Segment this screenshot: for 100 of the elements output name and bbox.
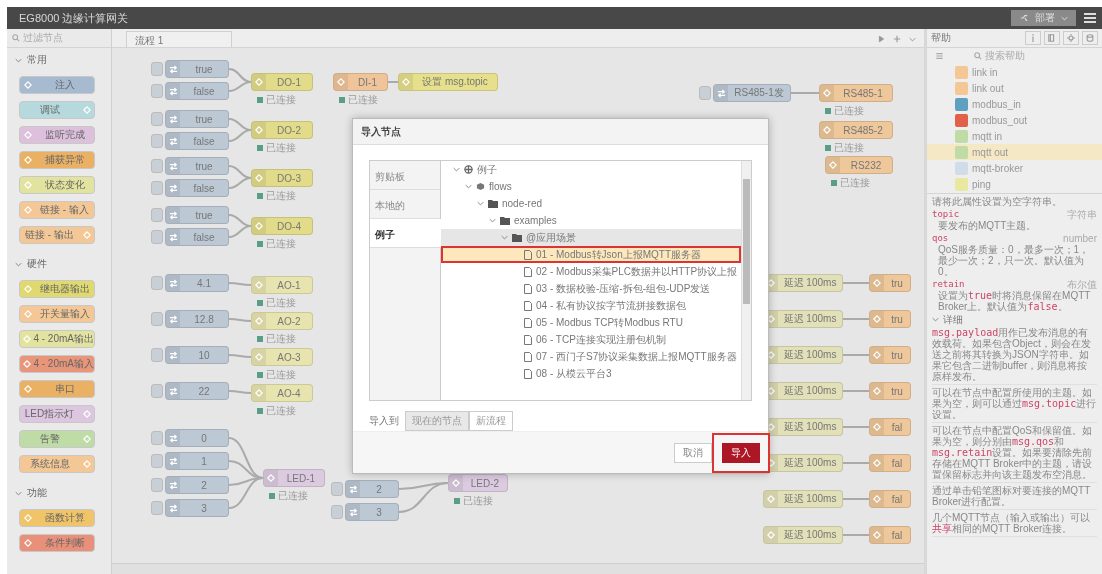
chevron-icon[interactable] [477,200,484,207]
flow-node[interactable]: 1 [165,452,229,470]
chevron-icon[interactable] [932,316,939,323]
help-tab[interactable]: 帮助 [931,31,1022,45]
inject-button[interactable] [151,454,163,468]
inject-button[interactable] [151,478,163,492]
flow-node[interactable]: AO-1 [251,276,313,294]
palette-node[interactable]: 链接 - 输入 [19,201,95,219]
flow-node[interactable]: 延迟 100ms [763,490,843,508]
help-node-item[interactable]: mqtt out [927,144,1102,160]
inject-button[interactable] [151,312,163,326]
flow-node[interactable]: RS232 [825,156,893,174]
flow-node[interactable]: 3 [165,499,229,517]
flow-node[interactable]: DI-1 [333,73,388,91]
chevron-icon[interactable] [15,489,22,497]
tree-item[interactable]: @应用场景 [441,229,741,246]
book-button[interactable] [1044,31,1060,45]
flow-node[interactable]: tru [869,346,911,364]
flow-node[interactable]: AO-3 [251,348,313,366]
flow-node[interactable]: RS485-2 [819,121,893,139]
flow-node[interactable]: false [165,82,229,100]
tree-item[interactable]: 01 - Modbus转Json上报MQTT服务器 [441,246,741,263]
target-toggle[interactable]: 现在的节点 [405,411,469,431]
inject-button[interactable] [331,505,343,519]
help-node-item[interactable]: modbus_out [927,112,1102,128]
flow-node[interactable]: fal [869,418,911,436]
chevron-icon[interactable] [453,166,460,173]
palette-node[interactable]: 捕获异常 [19,151,95,169]
source-tab[interactable]: 例子 [370,219,441,248]
flow-node[interactable]: 延迟 100ms [763,526,843,544]
palette-node[interactable]: 注入 [19,76,95,94]
flow-node[interactable]: tru [869,382,911,400]
flow-node[interactable]: true [165,60,229,78]
palette-node[interactable]: 监听完成 [19,126,95,144]
help-node-item[interactable]: modbus_in [927,96,1102,112]
flow-node[interactable]: LED-1 [263,469,325,487]
inject-button[interactable] [331,482,343,496]
palette-node[interactable]: LED指示灯 [19,405,95,423]
help-node-item[interactable]: link in [927,64,1102,80]
inject-button[interactable] [151,84,163,98]
vertical-scrollbar[interactable] [741,161,751,400]
flow-node[interactable]: true [165,157,229,175]
flow-node[interactable]: 3 [345,503,399,521]
palette-node[interactable]: 条件判断 [19,534,95,552]
flow-node[interactable]: false [165,228,229,246]
flow-node[interactable]: fal [869,490,911,508]
inject-button[interactable] [151,431,163,445]
info-button[interactable] [1025,31,1041,45]
palette-node[interactable]: 4 - 20mA输入 [19,355,95,373]
horizontal-scrollbar[interactable] [112,563,924,574]
palette-node[interactable]: 调试 [19,101,95,119]
palette-node[interactable]: 系统信息 [19,455,95,473]
chevron-icon[interactable] [15,260,22,268]
inject-button[interactable] [151,501,163,515]
play-icon[interactable] [878,35,885,43]
flow-node[interactable]: fal [869,526,911,544]
palette-node[interactable]: 链接 - 输出 [19,226,95,244]
category-title[interactable]: 功能 [27,486,47,500]
flow-node[interactable]: 0 [165,429,229,447]
flow-node[interactable]: AO-4 [251,384,313,402]
flow-node[interactable]: 10 [165,346,229,364]
palette-node[interactable]: 告警 [19,430,95,448]
flow-node[interactable]: 设置 msg.topic [398,73,498,91]
flow-node[interactable]: 2 [165,476,229,494]
palette-node[interactable]: 串口 [19,380,95,398]
flow-node[interactable]: true [165,206,229,224]
flow-node[interactable]: 2 [345,480,399,498]
inject-button[interactable] [151,384,163,398]
palette-node[interactable]: 函数计算 [19,509,95,527]
palette-node[interactable]: 开关量输入 [19,305,95,323]
flow-node[interactable]: AO-2 [251,312,313,330]
flow-node[interactable]: DO-2 [251,121,313,139]
chevron-icon[interactable] [501,234,508,241]
menu-icon[interactable] [1084,13,1096,23]
help-node-item[interactable]: mqtt-broker [927,160,1102,176]
flow-tab[interactable]: 流程 1 [126,31,232,47]
target-toggle[interactable]: 新流程 [469,411,513,431]
flow-node[interactable]: fal [869,454,911,472]
flow-node[interactable]: tru [869,274,911,292]
import-button[interactable]: 导入 [722,442,760,463]
cancel-button[interactable]: 取消 [674,442,712,463]
palette-node[interactable]: 状态变化 [19,176,95,194]
palette-node[interactable]: 继电器输出 [19,280,95,298]
flow-node[interactable]: false [165,179,229,197]
inject-button[interactable] [151,181,163,195]
flow-node[interactable]: RS485-1 [819,84,893,102]
help-node-item[interactable]: link out [927,80,1102,96]
inject-button[interactable] [151,208,163,222]
inject-button[interactable] [151,134,163,148]
database-button[interactable] [1082,31,1098,45]
chevron-icon[interactable] [15,56,22,64]
flow-node[interactable]: 12.8 [165,310,229,328]
flow-node[interactable]: false [165,132,229,150]
settings-button[interactable] [1063,31,1079,45]
flow-node[interactable]: 22 [165,382,229,400]
flow-node[interactable]: LED-2 [448,474,508,492]
chevron-icon[interactable] [489,217,496,224]
inject-button[interactable] [151,230,163,244]
caret-icon[interactable] [909,35,916,43]
category-title[interactable]: 硬件 [27,257,47,271]
